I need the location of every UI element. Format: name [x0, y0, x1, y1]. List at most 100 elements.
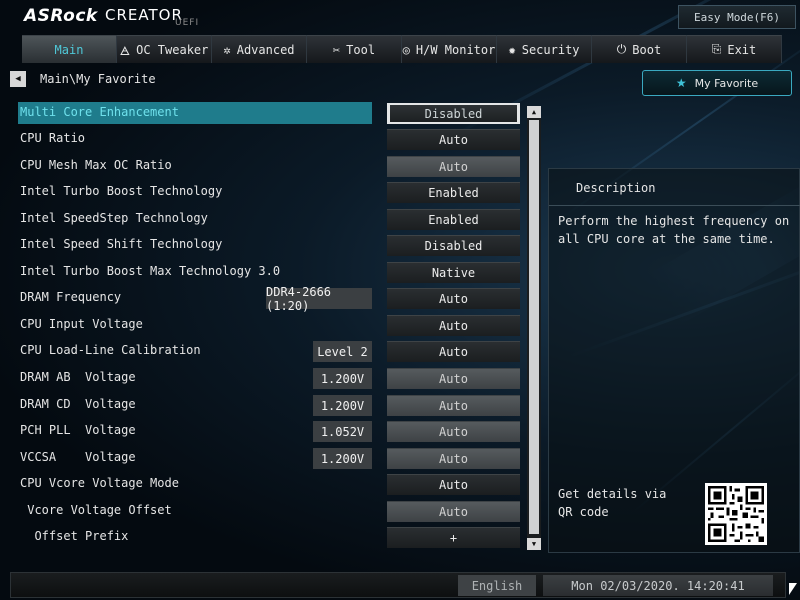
tab-oc-tweaker[interactable]: 🜁 OC Tweaker	[117, 35, 212, 63]
setting-row-cpu-input-voltage[interactable]: CPU Input Voltage Auto	[18, 314, 520, 336]
current-value: 1.052V	[313, 421, 372, 442]
setting-row-vcore-voltage-mode[interactable]: CPU Vcore Voltage Mode Auto	[18, 473, 520, 495]
setting-row-dram-cd-voltage[interactable]: DRAM CD Voltage 1.200V Auto	[18, 394, 520, 416]
scroll-thumb[interactable]	[529, 120, 539, 534]
setting-row-turbo-boost[interactable]: Intel Turbo Boost Technology Enabled	[18, 181, 520, 203]
advanced-star-icon: ✲	[223, 42, 231, 57]
tool-icon: ✂	[332, 42, 341, 57]
breadcrumb: ◀ Main\My Favorite	[10, 70, 156, 88]
setting-value[interactable]: Auto	[387, 341, 520, 362]
setting-label: Intel Speed Shift Technology	[20, 237, 223, 251]
setting-row-turbo-boost-max[interactable]: Intel Turbo Boost Max Technology 3.0 Nat…	[18, 261, 520, 283]
setting-value[interactable]: Disabled	[387, 103, 520, 124]
easy-mode-button[interactable]: Easy Mode(F6)	[678, 5, 796, 29]
qr-caption: Get details via QR code	[558, 487, 667, 519]
tab-label: Tool	[346, 42, 376, 57]
setting-label: Intel SpeedStep Technology	[20, 211, 208, 225]
tab-advanced[interactable]: ✲ Advanced	[212, 35, 307, 63]
setting-value[interactable]: Disabled	[387, 235, 520, 256]
oc-tweaker-icon: 🜁	[119, 44, 131, 58]
tab-boot[interactable]: ⏻ Boot	[592, 35, 687, 63]
datetime-display: Mon 02/03/2020. 14:20:41	[543, 575, 773, 596]
current-value: 1.200V	[313, 395, 372, 416]
mouse-cursor-icon	[789, 583, 797, 595]
setting-row-dram-frequency[interactable]: DRAM Frequency DDR4-2666 (1:20) Auto	[18, 285, 520, 313]
main-tabs: Main 🜁 OC Tweaker ✲ Advanced ✂ Tool ◎ H/W Mo…	[22, 35, 800, 63]
setting-row-speed-shift[interactable]: Intel Speed Shift Technology Disabled	[18, 234, 520, 256]
setting-row-load-line-calibration[interactable]: CPU Load-Line Calibration Level 2 Auto	[18, 340, 520, 362]
setting-value[interactable]: Auto	[387, 368, 520, 389]
setting-value[interactable]: Enabled	[387, 209, 520, 230]
tab-exit[interactable]: ⎘ Exit	[687, 35, 782, 63]
monitor-icon: ◎	[402, 42, 410, 57]
setting-row-vcore-voltage-offset[interactable]: Vcore Voltage Offset Auto	[18, 500, 520, 522]
current-value: DDR4-2666 (1:20)	[266, 285, 372, 313]
product-name: CREATOR	[105, 6, 183, 24]
setting-label: DRAM Frequency	[20, 290, 122, 304]
setting-row-pch-pll-voltage[interactable]: PCH PLL Voltage 1.052V Auto	[18, 420, 520, 442]
tab-label: Exit	[727, 42, 757, 57]
tab-tool[interactable]: ✂ Tool	[307, 35, 402, 63]
tab-label: Boot	[632, 42, 662, 57]
tab-label: Security	[521, 42, 580, 57]
language-button[interactable]: English	[458, 575, 536, 596]
tab-label: H/W Monitor	[415, 42, 496, 57]
settings-scrollbar[interactable]: ▲ ▼	[527, 106, 541, 550]
current-value: Level 2	[313, 341, 372, 362]
setting-row-dram-ab-voltage[interactable]: DRAM AB Voltage 1.200V Auto	[18, 367, 520, 389]
setting-label: CPU Load-Line Calibration	[20, 343, 201, 357]
setting-value[interactable]: Native	[387, 262, 520, 283]
setting-label: Vcore Voltage Offset	[20, 503, 172, 517]
setting-value[interactable]: Auto	[387, 501, 520, 522]
setting-value[interactable]: Enabled	[387, 182, 520, 203]
setting-label: CPU Input Voltage	[20, 317, 143, 331]
back-arrow-icon[interactable]: ◀	[10, 71, 26, 87]
setting-value[interactable]: Auto	[387, 448, 520, 469]
description-text: Perform the highest frequency on all CPU…	[558, 214, 790, 246]
setting-label: Intel Turbo Boost Max Technology 3.0	[20, 264, 281, 278]
scroll-down-icon[interactable]: ▼	[527, 538, 541, 550]
setting-value[interactable]: Auto	[387, 474, 520, 495]
description-heading: Description	[576, 181, 656, 195]
scroll-up-icon[interactable]: ▲	[527, 106, 541, 118]
tab-hw-monitor[interactable]: ◎ H/W Monitor	[402, 35, 497, 63]
tab-security[interactable]: ✹ Security	[497, 35, 592, 63]
current-value: 1.200V	[313, 448, 372, 469]
power-icon: ⏻	[616, 42, 627, 56]
top-bar: ASRock CREATOR UEFI Easy Mode(F6)	[0, 0, 800, 34]
setting-label: CPU Mesh Max OC Ratio	[20, 158, 172, 172]
setting-label: Offset Prefix	[20, 529, 129, 543]
setting-row-multi-core-enhancement[interactable]: Multi Core Enhancement Disabled	[18, 102, 520, 124]
setting-row-vccsa-voltage[interactable]: VCCSA Voltage 1.200V Auto	[18, 447, 520, 469]
uefi-label: UEFI	[175, 18, 200, 28]
setting-label: DRAM AB Voltage	[20, 370, 136, 384]
setting-value[interactable]: Auto	[387, 288, 520, 309]
qr-code-icon	[705, 483, 767, 545]
setting-label: PCH PLL Voltage	[20, 423, 136, 437]
exit-icon: ⎘	[711, 42, 722, 56]
tab-main[interactable]: Main	[22, 35, 117, 63]
setting-row-cpu-ratio[interactable]: CPU Ratio Auto	[18, 128, 520, 150]
tab-label: OC Tweaker	[136, 42, 209, 57]
setting-label: CPU Vcore Voltage Mode	[20, 476, 179, 490]
setting-label: Multi Core Enhancement	[20, 105, 179, 119]
setting-label: DRAM CD Voltage	[20, 397, 136, 411]
setting-label: Intel Turbo Boost Technology	[20, 184, 223, 198]
setting-value[interactable]: Auto	[387, 156, 520, 177]
setting-value[interactable]: Auto	[387, 315, 520, 336]
setting-value[interactable]: Auto	[387, 421, 520, 442]
my-favorite-button[interactable]: ★ My Favorite	[642, 70, 792, 96]
setting-value[interactable]: +	[387, 527, 520, 548]
description-panel: Description Perform the highest frequenc…	[548, 168, 800, 553]
current-value: 1.200V	[313, 368, 372, 389]
security-gear-icon: ✹	[508, 42, 516, 57]
setting-value[interactable]: Auto	[387, 129, 520, 150]
star-icon: ★	[675, 76, 687, 90]
setting-row-speedstep[interactable]: Intel SpeedStep Technology Enabled	[18, 208, 520, 230]
setting-label: CPU Ratio	[20, 131, 86, 145]
setting-row-cpu-mesh-ratio[interactable]: CPU Mesh Max OC Ratio Auto	[18, 155, 520, 177]
setting-label: VCCSA Voltage	[20, 450, 136, 464]
setting-value-text: Disabled	[390, 105, 517, 122]
setting-row-offset-prefix[interactable]: Offset Prefix +	[18, 526, 520, 548]
setting-value[interactable]: Auto	[387, 395, 520, 416]
